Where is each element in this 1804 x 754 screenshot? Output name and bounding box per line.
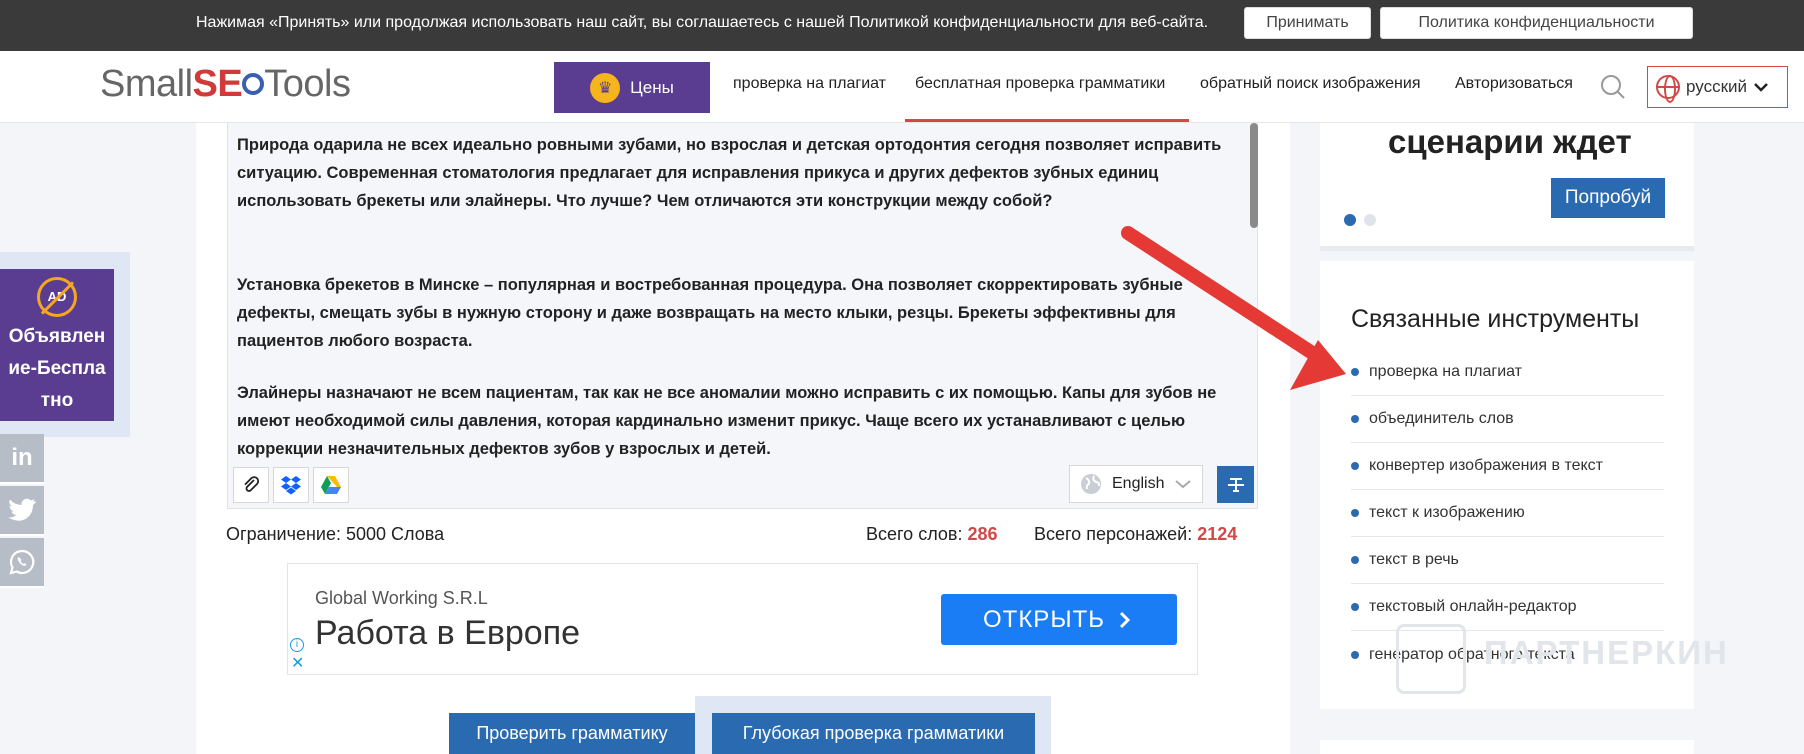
bullet-icon	[1351, 650, 1359, 659]
deep-check-grammar-button[interactable]: Глубокая проверка грамматики	[712, 713, 1035, 754]
related-tool-link[interactable]: текстовый онлайн-редактор	[1351, 584, 1664, 631]
cookie-text: Нажимая «Принять» или продолжая использо…	[196, 14, 1209, 31]
bullet-icon	[1351, 462, 1359, 470]
ad-free-label: Объявление-Бесплатно	[8, 326, 106, 411]
magnifier-logo-icon	[242, 72, 265, 95]
accept-cookies-button[interactable]: Принимать	[1244, 7, 1371, 39]
bullet-icon	[1351, 603, 1359, 611]
ad-title: Работа в Европе	[315, 614, 581, 652]
dropbox-button[interactable]	[273, 467, 309, 503]
ad-open-button[interactable]: ОТКРЫТЬ	[941, 594, 1177, 645]
watermark: ПАРТНЕРКИН	[1484, 634, 1729, 671]
related-tool-link[interactable]: текст к изображению	[1351, 490, 1664, 537]
globe-icon	[1656, 75, 1680, 103]
dropbox-icon	[281, 476, 301, 495]
word-count: Всего слов: 286	[866, 524, 998, 544]
ad-banner[interactable]: Global Working S.R.L Работа в Европе ОТК…	[287, 563, 1198, 675]
char-count: Всего персонажей: 2124	[1034, 524, 1238, 544]
globe-icon	[1081, 474, 1101, 494]
ad-company: Global Working S.R.L	[315, 588, 488, 608]
paperclip-icon	[244, 476, 260, 492]
editor-paragraph: Элайнеры назначают не всем пациентам, та…	[237, 384, 1217, 458]
nav-grammar[interactable]: бесплатная проверка грамматики	[915, 75, 1165, 93]
linkedin-icon: in	[11, 444, 33, 471]
bullet-icon	[1351, 368, 1359, 376]
chevron-right-icon	[1119, 611, 1131, 628]
related-tools-title: Связанные инструменты	[1351, 305, 1640, 333]
watermark-logo-icon	[1396, 624, 1466, 694]
related-tool-link[interactable]: конвертер изображения в текст	[1351, 443, 1664, 490]
nav-reverse-image[interactable]: обратный поиск изображения	[1200, 75, 1421, 93]
editor-scrollbar[interactable]	[1250, 123, 1258, 228]
info-icon[interactable]: i	[290, 638, 304, 652]
nav-login[interactable]: Авторизоваться	[1455, 75, 1573, 93]
google-drive-icon	[321, 476, 341, 494]
attach-file-button[interactable]	[233, 467, 269, 503]
search-icon[interactable]	[1600, 74, 1626, 100]
close-icon[interactable]: ✕	[291, 656, 304, 672]
promo-title: сценарии ждет	[1388, 123, 1632, 160]
bullet-icon	[1351, 415, 1359, 423]
carousel-dot[interactable]	[1364, 214, 1376, 226]
bullet-icon	[1351, 556, 1359, 564]
privacy-policy-button[interactable]: Политика конфиденциальности	[1380, 7, 1693, 39]
related-tool-link[interactable]: текст в речь	[1351, 537, 1664, 584]
text-editor[interactable]: Природа одарила не всех идеально ровными…	[227, 123, 1258, 460]
twitter-share-button[interactable]	[0, 486, 44, 536]
promo-card: сценарии ждет Попробуй	[1320, 123, 1694, 251]
site-header: SmallSE Tools ♛ Цены проверка на плагиат …	[0, 51, 1804, 123]
google-drive-button[interactable]	[313, 467, 349, 503]
editor-language-select[interactable]: English	[1069, 465, 1203, 503]
ad-free-button[interactable]: AD Объявление-Бесплатно	[0, 269, 114, 421]
related-tool-link[interactable]: проверка на плагиат	[1351, 349, 1664, 396]
editor-paragraph: Природа одарила не всех идеально ровными…	[237, 136, 1222, 210]
text-format-button[interactable]	[1217, 466, 1254, 503]
crown-icon: ♛	[590, 72, 621, 103]
whatsapp-icon	[9, 549, 35, 575]
bullet-icon	[1351, 509, 1359, 517]
whatsapp-share-button[interactable]	[0, 538, 44, 588]
pricing-button[interactable]: ♛ Цены	[554, 62, 710, 113]
active-nav-indicator	[905, 119, 1189, 122]
check-grammar-button[interactable]: Проверить грамматику	[449, 713, 695, 754]
try-button[interactable]: Попробуй	[1551, 178, 1665, 218]
cookie-banner: Нажимая «Принять» или продолжая использо…	[0, 0, 1804, 51]
twitter-icon	[8, 498, 36, 521]
chevron-down-icon	[1754, 83, 1768, 92]
language-selector[interactable]: русский	[1647, 66, 1788, 108]
related-tool-link[interactable]: объединитель слов	[1351, 396, 1664, 443]
linkedin-share-button[interactable]: in	[0, 434, 44, 484]
editor-paragraph: Установка брекетов в Минске – популярная…	[237, 276, 1183, 350]
editor-toolbar: English	[227, 460, 1258, 509]
nav-plagiarism[interactable]: проверка на плагиат	[733, 75, 886, 93]
site-logo[interactable]: SmallSE Tools	[100, 63, 351, 106]
carousel-dot-active[interactable]	[1344, 214, 1356, 226]
strikethrough-icon	[1227, 477, 1244, 492]
no-ads-icon: AD	[37, 277, 77, 317]
next-card	[1320, 740, 1694, 754]
chevron-down-icon	[1175, 480, 1192, 489]
word-limit: Ограничение: 5000 Слова	[226, 524, 445, 544]
